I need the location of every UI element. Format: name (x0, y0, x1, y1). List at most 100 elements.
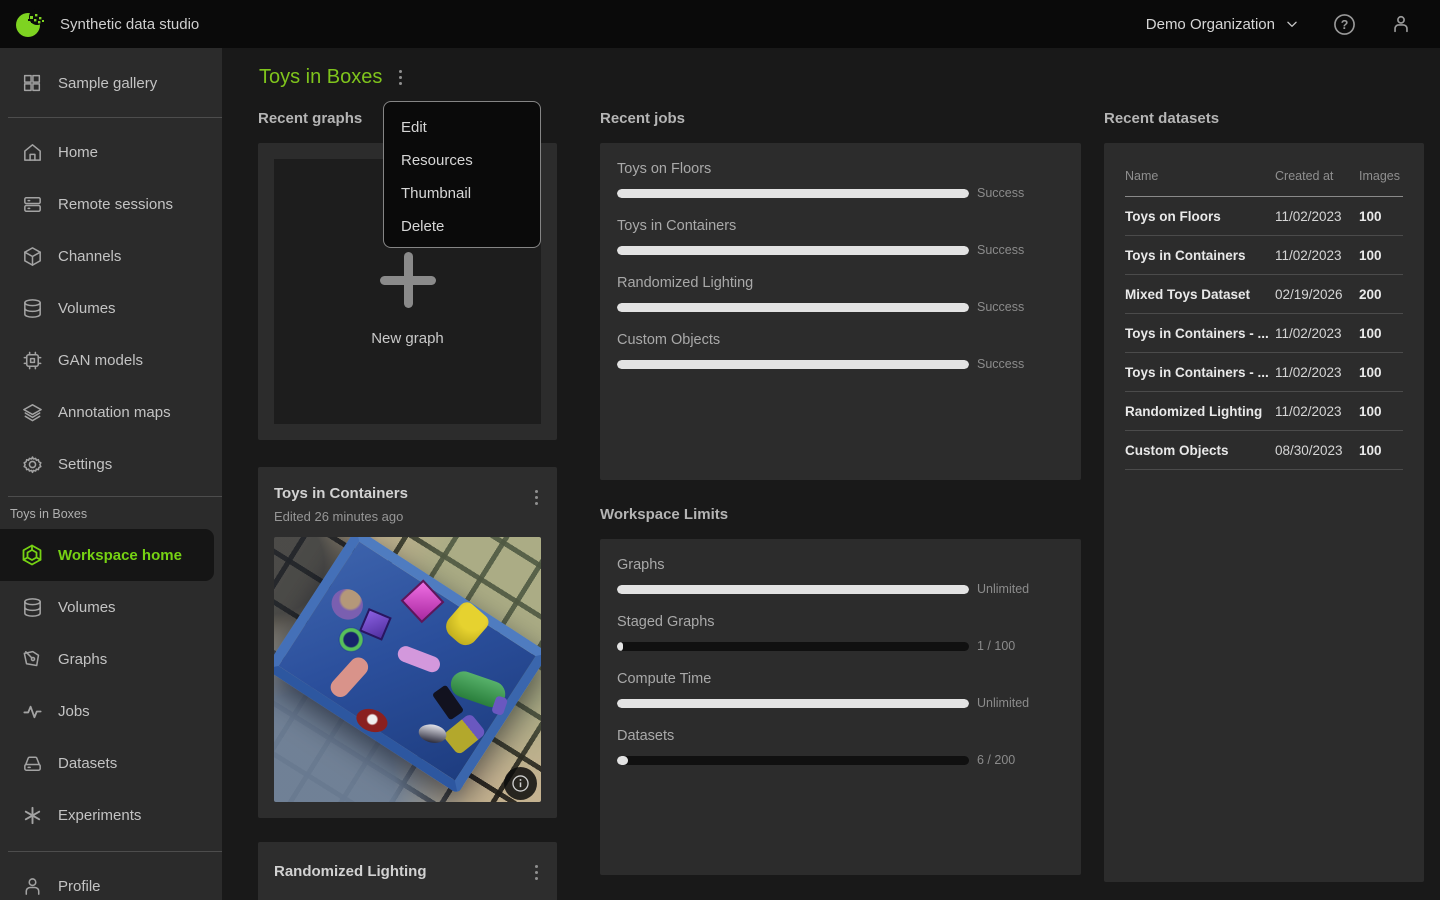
job-name: Toys on Floors (617, 161, 1064, 177)
recent-datasets-heading: Recent datasets (1104, 110, 1424, 128)
dataset-images-count: 100 (1359, 248, 1403, 263)
limit-row: Datasets 6 / 200 (617, 728, 1064, 767)
toy-shape (353, 705, 390, 736)
graph-card-randomized-lighting[interactable]: Randomized Lighting (258, 842, 557, 900)
limit-value: 1 / 100 (977, 639, 1015, 653)
sidebar-item-sample-gallery[interactable]: Sample gallery (0, 57, 222, 109)
limit-value: 6 / 200 (977, 753, 1015, 767)
app-logo-icon (14, 8, 46, 40)
job-name: Custom Objects (617, 332, 1064, 348)
sidebar-item-settings[interactable]: Settings (0, 438, 222, 490)
sidebar-item-ws-volumes[interactable]: Volumes (0, 581, 222, 633)
drive-icon (20, 751, 44, 775)
limit-row: Graphs Unlimited (617, 557, 1064, 596)
job-name: Toys in Containers (617, 218, 1064, 234)
job-progress-fill (617, 360, 969, 369)
asterisk-icon (20, 803, 44, 827)
limit-name: Staged Graphs (617, 614, 1064, 630)
graph-card-kebab-button[interactable] (532, 487, 541, 508)
sidebar-item-home[interactable]: Home (0, 126, 222, 178)
sidebar-item-workspace-home[interactable]: Workspace home (0, 529, 214, 581)
dataset-row[interactable]: Toys in Containers - ... 11/02/2023 100 (1125, 353, 1403, 392)
sidebar-item-label: Datasets (58, 755, 117, 772)
organization-name: Demo Organization (1146, 16, 1275, 33)
workspace-limits-panel: Graphs Unlimited Staged Graphs 1 / 100 C… (600, 539, 1081, 875)
job-name: Randomized Lighting (617, 275, 1064, 291)
toy-shape (327, 654, 372, 701)
dataset-row[interactable]: Toys in Containers 11/02/2023 100 (1125, 236, 1403, 275)
dataset-row[interactable]: Randomized Lighting 11/02/2023 100 (1125, 392, 1403, 431)
recent-jobs-heading: Recent jobs (600, 110, 1081, 128)
job-row[interactable]: Custom Objects Success (617, 332, 1064, 371)
context-menu-item-resources[interactable]: Resources (384, 144, 540, 177)
new-graph-label: New graph (371, 330, 444, 347)
sidebar-item-channels[interactable]: Channels (0, 230, 222, 282)
limit-progress-fill (617, 585, 969, 594)
graph-card-toys-in-containers[interactable]: Toys in Containers Edited 26 minutes ago (258, 467, 557, 818)
dataset-name: Randomized Lighting (1125, 404, 1275, 419)
datasets-table-header: Name Created at Images (1125, 155, 1403, 197)
dataset-images-count: 100 (1359, 326, 1403, 341)
sidebar-item-profile[interactable]: Profile (0, 860, 222, 900)
sidebar-item-ws-experiments[interactable]: Experiments (0, 789, 222, 841)
limit-progress-fill (617, 699, 969, 708)
job-progress-track (617, 360, 969, 369)
graph-card-edited-time: Edited 26 minutes ago (274, 509, 541, 524)
sidebar-item-volumes[interactable]: Volumes (0, 282, 222, 334)
workspace-limits-heading: Workspace Limits (600, 506, 1081, 524)
sidebar-item-ws-jobs[interactable]: Jobs (0, 685, 222, 737)
sidebar-item-label: Graphs (58, 651, 107, 668)
column-header-images: Images (1359, 169, 1403, 183)
topbar-actions: Demo Organization ? (1146, 13, 1412, 36)
sidebar-item-label: GAN models (58, 352, 143, 369)
sidebar-item-remote-sessions[interactable]: Remote sessions (0, 178, 222, 230)
chip-icon (20, 348, 44, 372)
graph-card-kebab-button[interactable] (532, 862, 541, 883)
job-status: Success (977, 300, 1024, 314)
limit-progress-track (617, 756, 969, 765)
dataset-name: Toys in Containers (1125, 248, 1275, 263)
dataset-created-at: 11/02/2023 (1275, 365, 1359, 380)
job-row[interactable]: Randomized Lighting Success (617, 275, 1064, 314)
gear-icon (20, 452, 44, 476)
dataset-created-at: 08/30/2023 (1275, 443, 1359, 458)
job-row[interactable]: Toys on Floors Success (617, 161, 1064, 200)
server-icon (20, 192, 44, 216)
column-header-name: Name (1125, 169, 1275, 183)
workspace-icon (20, 543, 44, 567)
dataset-row[interactable]: Mixed Toys Dataset 02/19/2026 200 (1125, 275, 1403, 314)
toy-shape (326, 583, 369, 626)
dataset-row[interactable]: Toys on Floors 11/02/2023 100 (1125, 197, 1403, 236)
limit-progress-fill (617, 642, 623, 651)
page-kebab-menu-button[interactable] (396, 67, 405, 88)
recent-jobs-panel: Toys on Floors Success Toys in Container… (600, 143, 1081, 480)
graph-card-title: Randomized Lighting (274, 863, 541, 880)
sidebar-item-label: Jobs (58, 703, 90, 720)
dataset-created-at: 11/02/2023 (1275, 404, 1359, 419)
job-status: Success (977, 186, 1024, 200)
user-profile-button[interactable] (1390, 13, 1412, 35)
dataset-row[interactable]: Custom Objects 08/30/2023 100 (1125, 431, 1403, 470)
help-button[interactable]: ? (1333, 13, 1356, 36)
sidebar-item-gan-models[interactable]: GAN models (0, 334, 222, 386)
dataset-name: Custom Objects (1125, 443, 1275, 458)
thumbnail-info-button[interactable] (504, 767, 537, 800)
graph-thumbnail-image (274, 537, 541, 802)
limit-progress-fill (617, 756, 628, 765)
sidebar: Sample gallery Home Remote sessions Chan… (0, 48, 222, 900)
dataset-row[interactable]: Toys in Containers - ... 11/02/2023 100 (1125, 314, 1403, 353)
context-menu-item-edit[interactable]: Edit (384, 111, 540, 144)
page-title: Toys in Boxes (259, 66, 382, 89)
sidebar-item-label: Volumes (58, 599, 116, 616)
job-row[interactable]: Toys in Containers Success (617, 218, 1064, 257)
sidebar-item-annotation-maps[interactable]: Annotation maps (0, 386, 222, 438)
sidebar-item-ws-datasets[interactable]: Datasets (0, 737, 222, 789)
sidebar-item-label: Sample gallery (58, 75, 157, 92)
dataset-images-count: 100 (1359, 209, 1403, 224)
context-menu-item-delete[interactable]: Delete (384, 210, 540, 243)
recent-datasets-panel: Name Created at Images Toys on Floors 11… (1104, 143, 1424, 882)
organization-switcher[interactable]: Demo Organization (1146, 16, 1299, 33)
sidebar-item-label: Channels (58, 248, 121, 265)
sidebar-item-ws-graphs[interactable]: Graphs (0, 633, 222, 685)
context-menu-item-thumbnail[interactable]: Thumbnail (384, 177, 540, 210)
